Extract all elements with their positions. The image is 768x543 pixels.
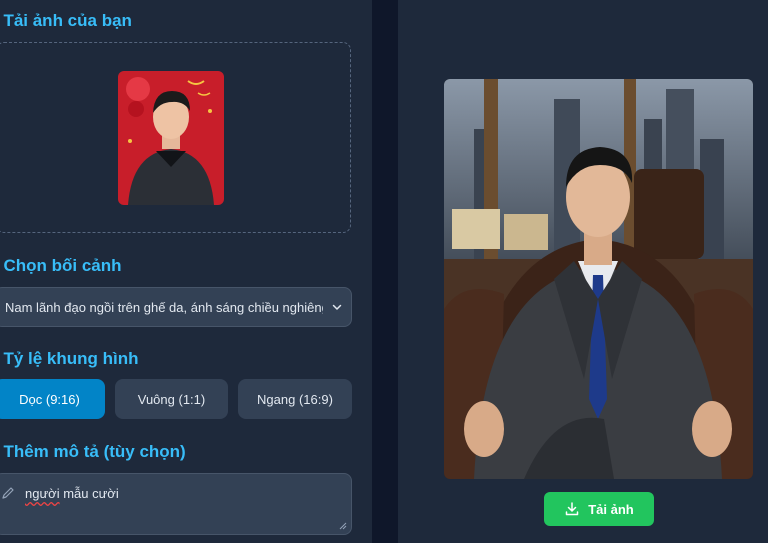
description-section-title: . Thêm mô tả (tùy chọn): [0, 442, 186, 461]
upload-section-title: . Tải ảnh của bạn: [0, 11, 132, 30]
uploaded-photo-thumbnail: [118, 71, 224, 205]
ratio-landscape-button[interactable]: Ngang (16:9): [238, 379, 352, 419]
resize-handle-icon[interactable]: [339, 522, 347, 530]
ratio-section-title: . Tỷ lệ khung hình: [0, 349, 139, 368]
download-button-label: Tải ảnh: [588, 501, 634, 517]
download-icon: [565, 502, 579, 516]
download-button[interactable]: Tải ảnh: [544, 492, 654, 526]
chevron-down-icon: [332, 304, 342, 310]
ratio-square-button[interactable]: Vuông (1:1): [115, 379, 228, 419]
ratio-portrait-button[interactable]: Dọc (9:16): [0, 379, 105, 419]
background-select[interactable]: Nam lãnh đạo ngồi trên ghế da, ánh sáng …: [0, 287, 352, 327]
background-select-value: Nam lãnh đạo ngồi trên ghế da, ánh sáng …: [5, 299, 323, 315]
description-textarea[interactable]: người mẫu cười: [0, 473, 352, 535]
description-text: người mẫu cười: [25, 486, 119, 501]
pencil-icon: [2, 487, 14, 499]
background-section-title: . Chọn bối cảnh: [0, 256, 122, 275]
panel-divider: [372, 0, 398, 543]
generated-result-image: [444, 79, 753, 479]
